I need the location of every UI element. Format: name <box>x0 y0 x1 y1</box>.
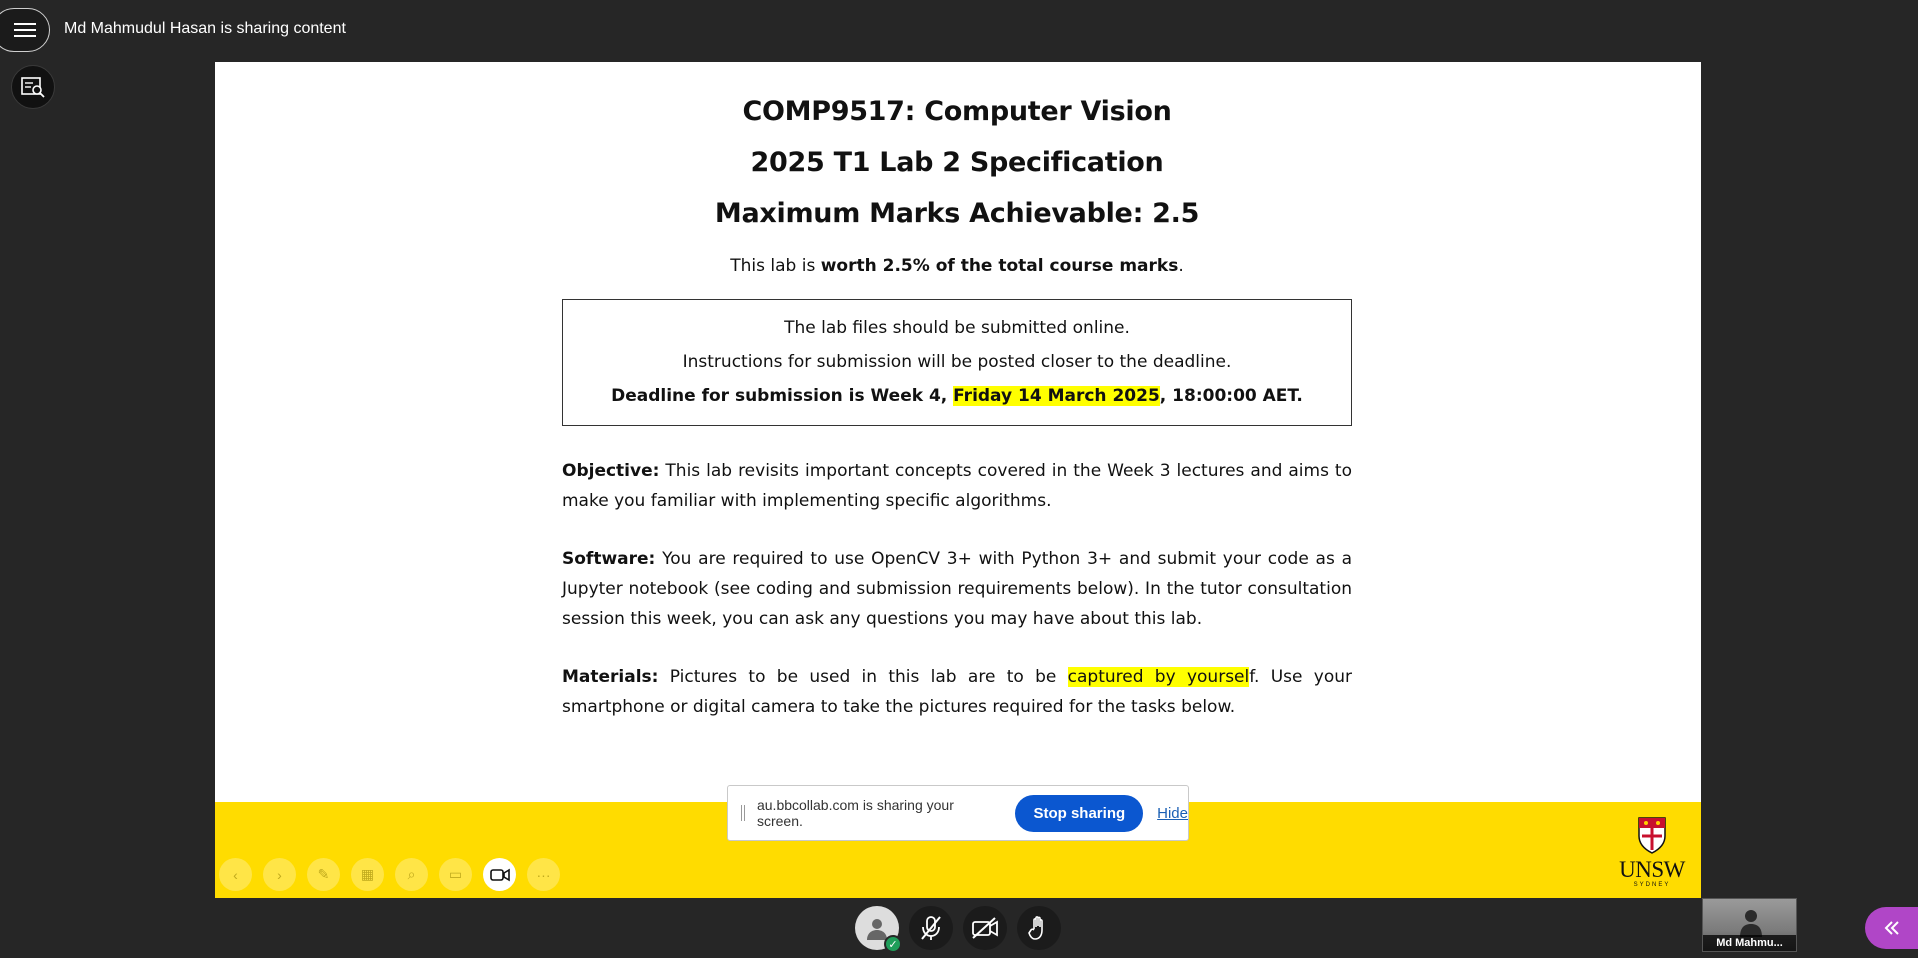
shapes-tool-button[interactable]: ▦ <box>351 858 384 891</box>
software-paragraph: Software: You are required to use OpenCV… <box>562 549 1352 629</box>
session-controls: ✓ <box>855 906 1061 953</box>
pen-tool-button[interactable]: ✎ <box>307 858 340 891</box>
hamburger-menu-icon <box>14 23 36 37</box>
my-status-button[interactable]: ✓ <box>855 906 902 953</box>
chevron-left-icon: ‹ <box>233 866 238 883</box>
deadline-highlight: Friday 14 March 2025 <box>953 386 1160 406</box>
mic-off-icon <box>921 916 941 940</box>
hide-link[interactable]: Hide <box>1157 805 1188 822</box>
share-message: au.bbcollab.com is sharing your screen. <box>756 797 954 829</box>
max-marks-heading: Maximum Marks Achievable: 2.5 <box>714 198 1200 229</box>
unsw-crest-icon <box>1638 817 1666 854</box>
materials-highlight: captured by yoursel <box>1067 667 1250 687</box>
page-subtitle: 2025 T1 Lab 2 Specification <box>750 147 1164 178</box>
participant-name: Md Mahmu... <box>1703 935 1796 951</box>
double-chevron-left-icon <box>1884 921 1899 935</box>
document-content: COMP9517: Computer Vision 2025 T1 Lab 2 … <box>562 62 1352 722</box>
participant-video-tile[interactable]: Md Mahmu... <box>1702 898 1797 952</box>
page-title: COMP9517: Computer Vision <box>742 96 1172 127</box>
stop-sharing-button[interactable]: Stop sharing <box>1015 794 1144 832</box>
previous-slide-button[interactable]: ‹ <box>219 858 252 891</box>
camera-button[interactable] <box>963 906 1007 950</box>
participant-silhouette-icon <box>1740 910 1762 937</box>
unsw-wordmark: UNSW <box>1619 857 1685 882</box>
raise-hand-icon <box>1028 916 1043 940</box>
shared-slide: COMP9517: Computer Vision 2025 T1 Lab 2 … <box>215 62 1701 898</box>
zoom-icon: ⌕ <box>407 866 416 882</box>
screen-share-notification: au.bbcollab.com is sharing your screen. … <box>727 785 1189 841</box>
objective-paragraph: Objective: This lab revisits important c… <box>562 461 1352 511</box>
open-panel-button[interactable] <box>1865 907 1918 949</box>
shapes-icon: ▦ <box>360 866 375 882</box>
pen-icon: ✎ <box>317 866 330 882</box>
instructions-line: Instructions for submission will be post… <box>682 352 1232 372</box>
sharing-title: Md Mahmudul Hasan is sharing content <box>64 20 346 37</box>
presence-check-icon: ✓ <box>884 935 902 953</box>
unsw-sub-wordmark: SYDNEY <box>1633 882 1671 888</box>
drag-handle-icon[interactable] <box>741 805 745 821</box>
video-camera-icon <box>489 868 510 881</box>
raise-hand-button[interactable] <box>1017 906 1061 950</box>
unsw-logo: UNSW SYDNEY <box>1617 816 1687 888</box>
submission-box: The lab files should be submitted online… <box>562 299 1352 426</box>
more-icon: ··· <box>536 866 551 883</box>
deadline-line: Deadline for submission is Week 4, Frida… <box>611 386 1303 406</box>
caption-search-icon <box>21 77 45 98</box>
camera-off-icon <box>972 917 998 939</box>
submission-line: The lab files should be submitted online… <box>784 318 1130 338</box>
presentation-toolbar: ‹ › ✎ ▦ ⌕ ▭ ··· <box>219 858 560 891</box>
microphone-button[interactable] <box>909 906 953 950</box>
next-slide-button[interactable]: › <box>263 858 296 891</box>
eraser-icon: ▭ <box>448 866 463 882</box>
caption-search-button[interactable] <box>11 65 55 109</box>
materials-paragraph: Materials: Pictures to be used in this l… <box>562 667 1352 717</box>
zoom-tool-button[interactable]: ⌕ <box>395 858 428 891</box>
eraser-tool-button[interactable]: ▭ <box>439 858 472 891</box>
main-menu-button[interactable] <box>0 8 50 52</box>
more-options-button[interactable]: ··· <box>527 858 560 891</box>
camera-share-button[interactable] <box>483 858 516 891</box>
worth-line: This lab is worth 2.5% of the total cour… <box>730 256 1184 276</box>
chevron-right-icon: › <box>277 866 282 883</box>
